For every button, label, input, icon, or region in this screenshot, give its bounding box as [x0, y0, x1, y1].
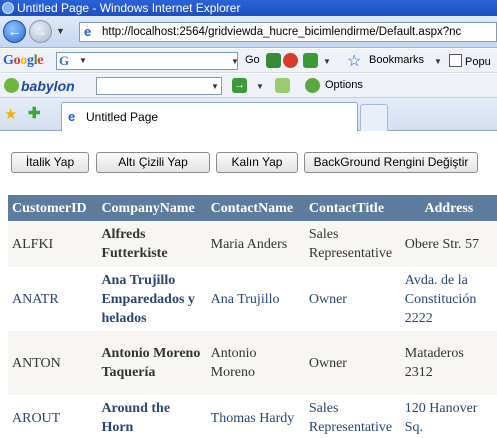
cell-address: Avda. de la Constitución 2222 — [400, 267, 497, 331]
gear-icon[interactable] — [305, 78, 320, 93]
cell-companyname: Alfreds Futterkiste — [97, 221, 207, 267]
google-logo: Google — [3, 53, 44, 68]
address-toolbar: ← → ▼ e http://localhost:2564/gridviewda… — [0, 16, 497, 48]
go-button[interactable]: Go — [245, 54, 260, 66]
cell-customerid: ANTON — [8, 331, 98, 395]
header-companyname: CompanyName — [97, 195, 207, 221]
header-contacttitle: ContactTitle — [304, 195, 401, 221]
ie-page-icon: e — [84, 24, 92, 39]
add-favorite-icon[interactable]: ✚ — [28, 104, 41, 122]
chevron-down-icon[interactable]: ▼ — [211, 82, 219, 91]
address-input[interactable]: e http://localhost:2564/gridviewda_hucre… — [79, 22, 497, 42]
pagerank-icon[interactable] — [283, 53, 298, 68]
arrow-right-icon[interactable]: → — [232, 78, 247, 93]
popup-label: Popu — [465, 56, 491, 68]
cell-contacttitle: Owner — [304, 331, 401, 395]
cell-companyname: Ana Trujillo Emparedados y helados — [97, 267, 207, 331]
table-row: ANATR Ana Trujillo Emparedados y helados… — [8, 267, 497, 331]
google-search-input[interactable]: G ▼ — [56, 52, 238, 70]
chevron-down-icon[interactable]: ▼ — [323, 57, 331, 66]
cell-companyname: Around the Horn — [97, 395, 207, 438]
chevron-down-icon[interactable]: ▼ — [256, 82, 264, 91]
header-customerid: CustomerID — [8, 195, 98, 221]
table-row: ALFKI Alfreds Futterkiste Maria Anders S… — [8, 221, 497, 267]
page-content: İtalik Yap Altı Çizili Yap Kalın Yap Bac… — [0, 132, 497, 438]
header-contactname: ContactName — [206, 195, 305, 221]
popup-blocker-button[interactable]: Popu — [449, 54, 491, 68]
cell-contactname: Ana Trujillo — [206, 267, 305, 331]
ie-icon — [2, 2, 14, 14]
favorites-star-icon[interactable]: ★ — [4, 105, 17, 123]
cell-contacttitle: Owner — [304, 267, 401, 331]
customers-grid: CustomerID CompanyName ContactName Conta… — [8, 195, 497, 438]
header-address: Address — [400, 195, 497, 221]
chevron-down-icon[interactable]: ▼ — [79, 56, 87, 65]
arrow-right-icon: → — [33, 23, 48, 39]
grid-header-row: CustomerID CompanyName ContactName Conta… — [8, 195, 497, 221]
star-icon[interactable]: ☆ — [347, 51, 361, 71]
back-button[interactable]: ← — [3, 20, 26, 43]
chevron-down-icon[interactable]: ▼ — [434, 57, 442, 66]
tab-label: Untitled Page — [86, 110, 159, 124]
arrow-icon[interactable] — [266, 53, 281, 68]
window-title: Untitled Page - Windows Internet Explore… — [17, 1, 241, 15]
cell-contactname: Maria Anders — [206, 221, 305, 267]
cell-contactname: Antonio Moreno — [206, 331, 305, 395]
new-tab-button[interactable] — [360, 104, 388, 131]
cell-address: Obere Str. 57 — [400, 221, 497, 267]
cell-contacttitle: Sales Representative — [304, 395, 401, 438]
arrow-left-icon: ← — [7, 23, 22, 39]
browser-window: Untitled Page - Windows Internet Explore… — [0, 0, 497, 438]
chevron-down-icon[interactable]: ▼ — [231, 57, 239, 66]
cell-address: Mataderos 2312 — [400, 331, 497, 395]
tab-untitled-page[interactable]: e Untitled Page — [61, 102, 358, 131]
cell-customerid: ANATR — [8, 267, 98, 331]
title-bar: Untitled Page - Windows Internet Explore… — [0, 0, 497, 16]
cell-companyname: Antonio Moreno Taquería — [97, 331, 207, 395]
babylon-search-input[interactable] — [96, 77, 222, 95]
speaker-icon[interactable] — [275, 78, 290, 93]
babylon-logo: babylon — [4, 78, 75, 94]
google-toolbar: Google G ▼ ▼ Go ▼ ☆ Bookmarks ▼ Popu — [0, 49, 497, 73]
cell-address: 120 Hanover Sq. — [400, 395, 497, 438]
cell-customerid: ALFKI — [8, 221, 98, 267]
cell-contactname: Thomas Hardy — [206, 395, 305, 438]
forward-button[interactable]: → — [29, 20, 52, 43]
cell-contacttitle: Sales Representative — [304, 221, 401, 267]
options-button[interactable]: Options — [325, 79, 363, 91]
italic-button[interactable]: İtalik Yap — [11, 152, 89, 173]
google-g-icon: G — [59, 53, 70, 68]
ie-page-icon: e — [68, 109, 76, 124]
bookmarks-menu[interactable]: Bookmarks — [369, 54, 424, 66]
babylon-logo-text: babylon — [21, 78, 75, 94]
tab-bar: ★ ✚ e Untitled Page — [0, 98, 497, 131]
url-text: http://localhost:2564/gridviewda_hucre_b… — [102, 26, 462, 38]
underline-button[interactable]: Altı Çizili Yap — [96, 152, 210, 173]
cell-customerid: AROUT — [8, 395, 98, 438]
chevron-down-icon[interactable]: ▼ — [56, 26, 65, 36]
check-icon[interactable] — [303, 53, 318, 68]
table-row: AROUT Around the Horn Thomas Hardy Sales… — [8, 395, 497, 438]
background-color-button[interactable]: BackGround Rengini Değiştir — [304, 152, 478, 173]
table-row: ANTON Antonio Moreno Taquería Antonio Mo… — [8, 331, 497, 395]
babylon-toolbar: babylon ▼ → ▼ Options — [0, 74, 497, 98]
bold-button[interactable]: Kalın Yap — [216, 152, 298, 173]
